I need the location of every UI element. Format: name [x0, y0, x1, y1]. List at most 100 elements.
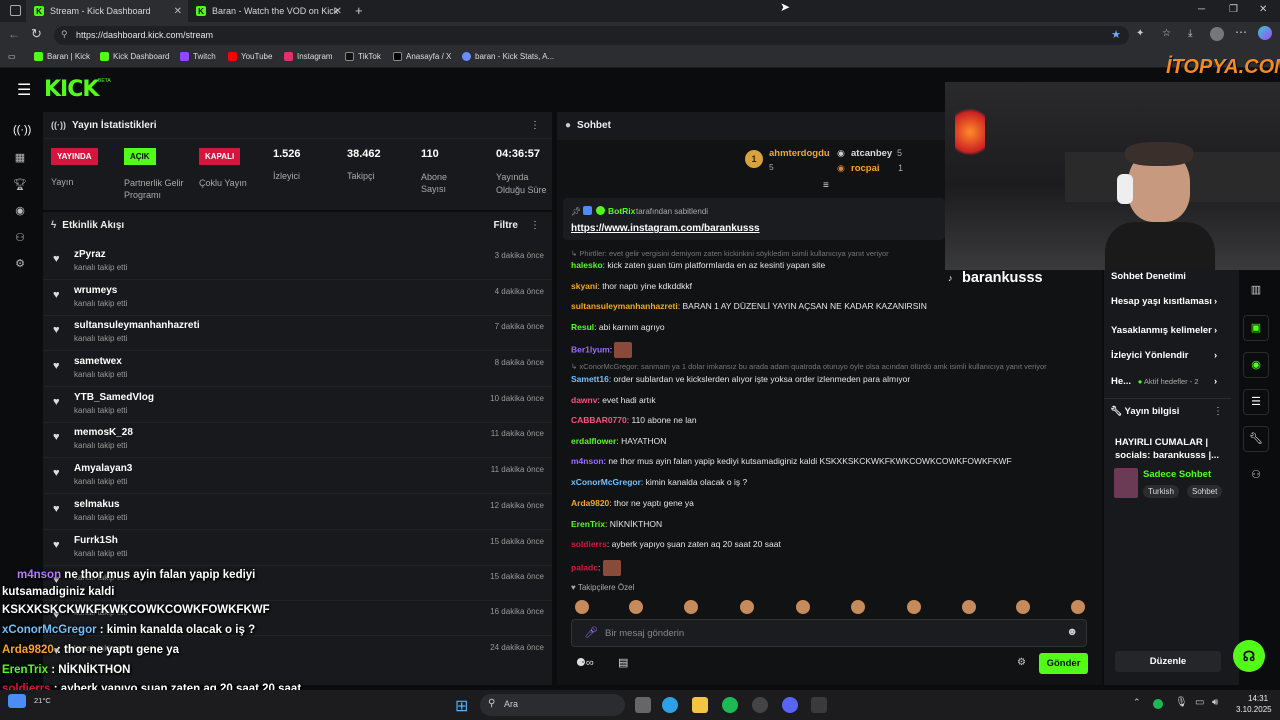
moderation-menu-item[interactable]: Sohbet Denetimi — [1111, 271, 1186, 282]
chat-username[interactable]: soldierrs — [571, 539, 607, 549]
notes-icon[interactable]: ▥ — [1243, 278, 1269, 304]
copilot-icon[interactable] — [1258, 26, 1272, 40]
emote-picker-item[interactable] — [851, 600, 865, 614]
chat-message[interactable]: soldierrs: ayberk yapıyo şuan zaten aq 2… — [571, 539, 781, 549]
chat-message[interactable]: xConorMcGregor: kimin kanalda olacak o i… — [571, 477, 747, 487]
emote-picker-item[interactable] — [684, 600, 698, 614]
chat-message[interactable]: Resul: abi karnım agrıyo — [571, 322, 665, 332]
chat-username[interactable]: dawnv — [571, 395, 597, 405]
activity-username[interactable]: Amyalayan3 — [74, 463, 544, 474]
chat-message[interactable]: Samett16: order sublardan ve kickslerden… — [571, 374, 910, 384]
trophy-icon[interactable]: 🏆︎ — [13, 178, 27, 192]
activity-username[interactable]: selmakus — [74, 499, 544, 510]
top-gifter-name[interactable]: ahmterdogdu — [769, 148, 830, 159]
tab-vod[interactable]: K Baran - Watch the VOD on Kick ✕ — [188, 0, 348, 22]
activity-username[interactable]: sametwex — [74, 356, 544, 367]
activity-username[interactable]: memosK_28 — [74, 427, 544, 438]
tab-stream-dashboard[interactable]: K Stream - Kick Dashboard ✕ — [26, 0, 188, 22]
pinned-by-user[interactable]: BotRix — [608, 206, 635, 216]
stream-broadcast-icon[interactable]: ((·)) — [13, 124, 31, 138]
emote-picker-item[interactable] — [740, 600, 754, 614]
send-button[interactable]: Gönder — [1039, 653, 1088, 674]
bookmark-twitch[interactable]: Twitch — [180, 52, 216, 61]
chat-message[interactable]: dawnv: evet hadi artık — [571, 395, 656, 405]
emote-picker-item[interactable] — [629, 600, 643, 614]
tag-sohbet[interactable]: Sohbet — [1187, 485, 1223, 498]
edge-icon[interactable] — [662, 697, 678, 713]
back-icon[interactable]: ← — [8, 27, 20, 41]
emote-picker-item[interactable] — [1016, 600, 1030, 614]
activity-username[interactable]: sultansuleymanhanhazreti — [74, 320, 544, 331]
weather-icon[interactable] — [8, 694, 26, 708]
chat-username[interactable]: erdalflower — [571, 436, 616, 446]
emote-picker-item[interactable] — [907, 600, 921, 614]
chat-message[interactable]: m4nson: ne thor mus ayin falan yapip ked… — [571, 456, 1012, 466]
chat-message[interactable]: paladc: — [571, 560, 621, 576]
tools-icon[interactable]: 🔧︎ — [1243, 426, 1269, 452]
bookmarks-menu-icon[interactable]: ▭ — [8, 52, 16, 61]
stats-more-icon[interactable]: ⋮ — [530, 120, 540, 131]
broadcast-icon[interactable]: ◉ — [1243, 352, 1269, 378]
activity-item[interactable]: ♥ selmakus kanalı takip etti 12 dakika önce — [53, 499, 544, 522]
chat-message[interactable]: sultansuleymanhanhazreti: BARAN 1 AY DÜZ… — [571, 301, 927, 311]
emote-picker-item[interactable] — [1071, 600, 1085, 614]
activity-username[interactable]: Furrk1Sh — [74, 535, 544, 546]
bookmark-instagram[interactable]: Instagram — [284, 52, 333, 61]
filter-button[interactable]: Filtre — [494, 220, 518, 231]
profile-avatar[interactable] — [1210, 27, 1224, 41]
obs-icon[interactable] — [752, 697, 768, 713]
close-window-icon[interactable]: ✕ — [1259, 4, 1267, 15]
moderation-menu-item[interactable]: He... ● Aktif hedefler - 2 › — [1111, 376, 1217, 387]
new-tab-button[interactable]: + — [355, 3, 363, 18]
start-button[interactable]: ⊞ — [455, 696, 468, 716]
chat-username[interactable]: ErenTrix — [571, 519, 605, 529]
stream-info-more-icon[interactable]: ⋮ — [1213, 406, 1223, 417]
third-gifter-name[interactable]: rocpai — [851, 163, 880, 174]
moderation-menu-item[interactable]: Hesap yaşı kısıtlaması › — [1111, 296, 1217, 307]
activity-item[interactable]: ♥ sultansuleymanhanhazreti kanalı takip et… — [53, 320, 544, 343]
chat-username[interactable]: m4nson — [571, 456, 604, 466]
menu-icon[interactable]: ⋯ — [1235, 25, 1247, 39]
spotify-icon[interactable] — [722, 697, 738, 713]
extensions-icon[interactable]: ✦ — [1136, 28, 1144, 39]
chat-message[interactable]: ErenTrix: NİKNİKTHON — [571, 519, 662, 529]
tray-expand-icon[interactable]: ⌃ — [1133, 697, 1141, 708]
chat-username[interactable]: sultansuleymanhanhazreti — [571, 301, 678, 311]
settings-gear-icon[interactable]: ⚙ — [13, 257, 27, 271]
chat-message[interactable]: CABBAR0770: 110 abone ne lan — [571, 415, 697, 425]
activity-item[interactable]: ♥ Amyalayan3 kanalı takip etti 11 dakika ön… — [53, 463, 544, 486]
support-chat-icon[interactable]: ☊ — [1233, 640, 1265, 672]
bookmark-baran-kick[interactable]: Baran | Kick — [34, 52, 90, 61]
bookmark-kick-dashboard[interactable]: Kick Dashboard — [100, 52, 169, 61]
edit-button[interactable]: Düzenle — [1115, 651, 1221, 672]
store-icon[interactable]: ▤ — [618, 656, 628, 669]
chat-username[interactable]: CABBAR0770 — [571, 415, 627, 425]
activity-more-icon[interactable]: ⋮ — [530, 220, 540, 231]
bookmark-tiktok[interactable]: TikTok — [345, 52, 381, 61]
chat-username[interactable]: Ber1lyum — [571, 344, 610, 354]
emote-picker-item[interactable] — [962, 600, 976, 614]
app-icon[interactable] — [811, 697, 827, 713]
activity-item[interactable]: ♥ wrumeys kanalı takip etti 4 dakika önce — [53, 285, 544, 308]
taskbar-search[interactable]: ⚲ Ara — [480, 694, 625, 716]
chat-message[interactable]: skyani: thor naptı yine kdkddkkf — [571, 281, 692, 291]
moderation-menu-item[interactable]: Yasaklanmış kelimeler › — [1111, 325, 1217, 336]
close-tab-icon[interactable]: ✕ — [334, 6, 342, 17]
chat-username[interactable]: Samett16 — [571, 374, 609, 384]
activity-item[interactable]: ♥ sametwex kanalı takip etti 8 dakika önce — [53, 356, 544, 379]
maximize-icon[interactable]: ❐ — [1229, 4, 1238, 15]
network-icon[interactable]: ▭ — [1195, 697, 1204, 708]
activity-username[interactable]: zPyraz — [74, 249, 544, 260]
mic-tray-icon[interactable]: 🎙︎ — [1175, 697, 1188, 708]
emote-picker-item[interactable] — [796, 600, 810, 614]
chat-username[interactable]: halesko — [571, 260, 603, 270]
activity-item[interactable]: ♥ Furrk1Sh kanalı takip etti 15 dakika önce — [53, 535, 544, 558]
tray-app-icon[interactable] — [1153, 699, 1163, 709]
chat-message[interactable]: Ber1lyum: — [571, 342, 633, 358]
downloads-icon[interactable]: ⤓ — [1188, 28, 1192, 39]
chat-tools-icon[interactable]: ⚈∞ — [576, 656, 594, 669]
discord-icon[interactable] — [782, 697, 798, 713]
chat-username[interactable]: xConorMcGregor — [571, 477, 641, 487]
emoji-icon[interactable]: ☻ — [1066, 626, 1078, 638]
emote-picker-item[interactable] — [575, 600, 589, 614]
